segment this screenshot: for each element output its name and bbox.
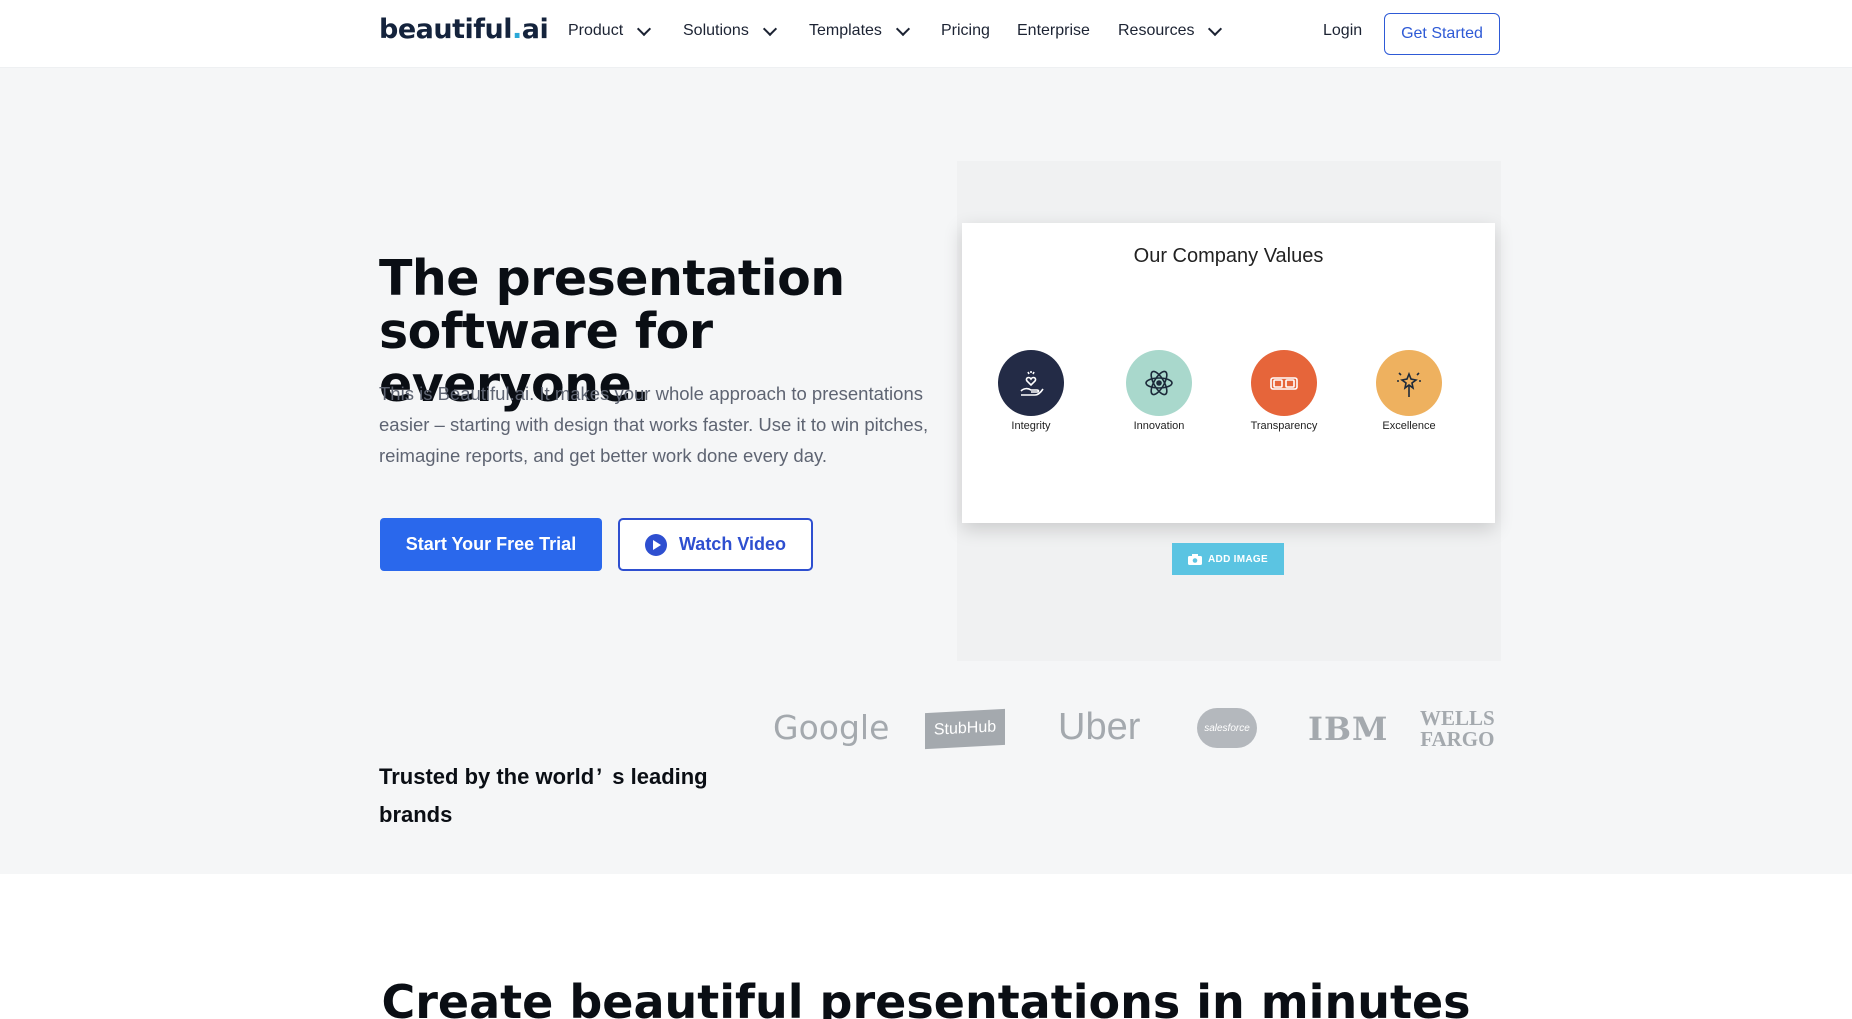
logo-main: beautiful (379, 14, 512, 45)
atom-icon (1126, 350, 1192, 416)
hand-heart-icon (998, 350, 1064, 416)
nav-item-templates[interactable]: Templates (809, 21, 910, 40)
glasses-icon (1251, 350, 1317, 416)
logo[interactable]: beautiful.ai (379, 14, 549, 45)
slide-title: Our Company Values (1133, 245, 1324, 267)
nav-item-resources[interactable]: Resources (1118, 21, 1223, 40)
value-label: Transparency (1250, 420, 1318, 432)
watch-video-label: Watch Video (678, 534, 786, 554)
nav-item-label: Product (568, 22, 624, 39)
get-started-button[interactable]: Get Started (1384, 13, 1500, 55)
trusted-text-part1: Trusted by the world (379, 764, 595, 789)
brand-logo-stubhub: StubHub (925, 708, 1005, 750)
value-item-innovation[interactable]: Innovation (1114, 350, 1204, 432)
camera-icon (1188, 553, 1203, 565)
hero-description: This is Beautiful.ai. It makes your whol… (379, 383, 929, 466)
brand-logo-ibm: IBM (1308, 710, 1389, 748)
watch-video-button[interactable]: Watch Video (618, 518, 813, 571)
nav-item-label: Resources (1118, 22, 1195, 39)
hero-section: The presentation software for everyone. … (0, 68, 1852, 874)
brand-logo-salesforce: salesforce (1197, 708, 1257, 748)
value-label: Excellence (1382, 420, 1436, 432)
chevron-down-icon (637, 21, 652, 36)
play-icon (644, 533, 667, 556)
add-image-label: ADD IMAGE (1208, 553, 1268, 565)
add-image-button[interactable]: ADD IMAGE (1172, 543, 1284, 575)
value-label: Innovation (1133, 420, 1185, 432)
nav-item-label: Solutions (683, 22, 749, 39)
nav-item-enterprise[interactable]: Enterprise (1017, 22, 1090, 40)
top-nav: beautiful.ai Product Solutions Templates… (0, 0, 1852, 68)
trusted-apostrophe: ’ (596, 764, 603, 789)
value-label: Integrity (1011, 420, 1051, 432)
nav-item-product[interactable]: Product (568, 21, 652, 40)
brand-fargo: FARGO (1420, 727, 1495, 751)
chevron-down-icon (1208, 21, 1223, 36)
logo-dot: . (511, 14, 522, 45)
value-item-excellence[interactable]: Excellence (1364, 350, 1454, 432)
brand-logo-google: Google (773, 708, 890, 747)
value-item-transparency[interactable]: Transparency (1239, 350, 1329, 432)
nav-item-pricing[interactable]: Pricing (941, 22, 990, 40)
chevron-down-icon (762, 21, 777, 36)
nav-item-label: Pricing (941, 22, 990, 39)
chevron-down-icon (895, 21, 910, 36)
start-free-trial-button[interactable]: Start Your Free Trial (380, 518, 602, 571)
nav-item-label: Enterprise (1017, 22, 1090, 39)
section-heading: Create beautiful presentations in minute… (381, 975, 1471, 1019)
sparkle-icon (1376, 350, 1442, 416)
slide-preview[interactable]: Our Company Values Integrity Innovation … (962, 223, 1495, 523)
brand-logo-uber: Uber (1058, 706, 1141, 748)
nav-item-label: Templates (809, 22, 882, 39)
value-item-integrity[interactable]: Integrity (986, 350, 1076, 432)
trusted-by-heading: Trusted by the world’ s leading brands (379, 758, 739, 834)
nav-item-solutions[interactable]: Solutions (683, 21, 777, 40)
logo-ai: ai (521, 14, 549, 45)
hero-title-line1: The presentation (379, 250, 845, 307)
brand-logo-wells-fargo: WELLS FARGO (1420, 708, 1495, 750)
login-link[interactable]: Login (1323, 22, 1362, 40)
